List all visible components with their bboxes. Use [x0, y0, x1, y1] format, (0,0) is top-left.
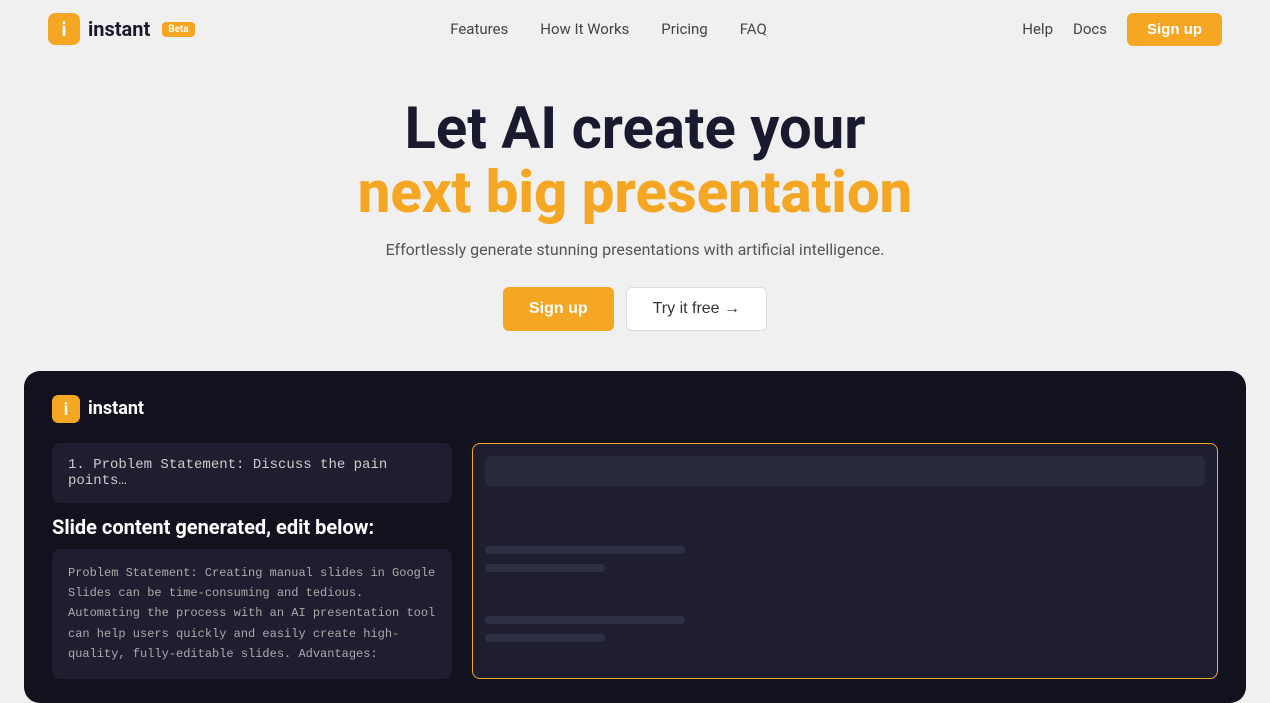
signup-button-nav[interactable]: Sign up: [1127, 13, 1222, 46]
demo-slide-content: [485, 506, 1205, 642]
nav-faq[interactable]: FAQ: [740, 20, 767, 38]
demo-logo-icon: i: [52, 395, 80, 423]
demo-logo-text: instant: [88, 398, 144, 419]
demo-generated-label: Slide content generated, edit below:: [52, 515, 452, 539]
demo-section: i instant 1. Problem Statement: Discuss …: [24, 371, 1246, 703]
demo-text-box[interactable]: Problem Statement: Creating manual slide…: [52, 549, 452, 679]
hero-title: Let AI create your next big presentation: [20, 98, 1250, 226]
nav-help[interactable]: Help: [1022, 20, 1053, 38]
slide-bar: [485, 564, 605, 572]
demo-input-box[interactable]: 1. Problem Statement: Discuss the pain p…: [52, 443, 452, 503]
svg-text:i: i: [64, 400, 69, 420]
nav-pricing[interactable]: Pricing: [661, 20, 707, 38]
brand-logo[interactable]: i instant Beta: [48, 13, 195, 45]
nav-docs[interactable]: Docs: [1073, 20, 1107, 38]
hero-section: Let AI create your next big presentation…: [0, 58, 1270, 361]
hero-title-line2: next big presentation: [20, 162, 1250, 226]
nav-features[interactable]: Features: [450, 20, 508, 38]
slide-bar-row-4: [485, 634, 1205, 642]
nav-how-it-works[interactable]: How It Works: [540, 20, 629, 38]
navigation: i instant Beta Features How It Works Pri…: [0, 0, 1270, 58]
slide-bar-row-1: [485, 546, 1205, 554]
demo-left-panel: 1. Problem Statement: Discuss the pain p…: [52, 443, 452, 679]
demo-content-area: 1. Problem Statement: Discuss the pain p…: [52, 443, 1218, 679]
beta-badge: Beta: [162, 22, 194, 37]
logo-icon: i: [48, 13, 80, 45]
brand-name: instant: [88, 17, 150, 41]
demo-slide-top-bar: [485, 456, 1205, 486]
slide-bar-row-2: [485, 564, 1205, 572]
hero-title-line1: Let AI create your: [20, 98, 1250, 162]
try-free-button[interactable]: Try it free →: [626, 287, 767, 331]
svg-text:i: i: [61, 18, 66, 41]
nav-right-links: Help Docs Sign up: [1022, 13, 1222, 46]
demo-right-panel: [472, 443, 1218, 679]
hero-cta-buttons: Sign up Try it free →: [20, 287, 1250, 331]
hero-subtitle: Effortlessly generate stunning presentat…: [20, 240, 1250, 259]
nav-links: Features How It Works Pricing FAQ: [450, 20, 767, 38]
slide-bar: [485, 546, 685, 554]
signup-button-hero[interactable]: Sign up: [503, 287, 614, 331]
demo-logo: i instant: [52, 395, 1218, 423]
slide-bar: [485, 634, 605, 642]
